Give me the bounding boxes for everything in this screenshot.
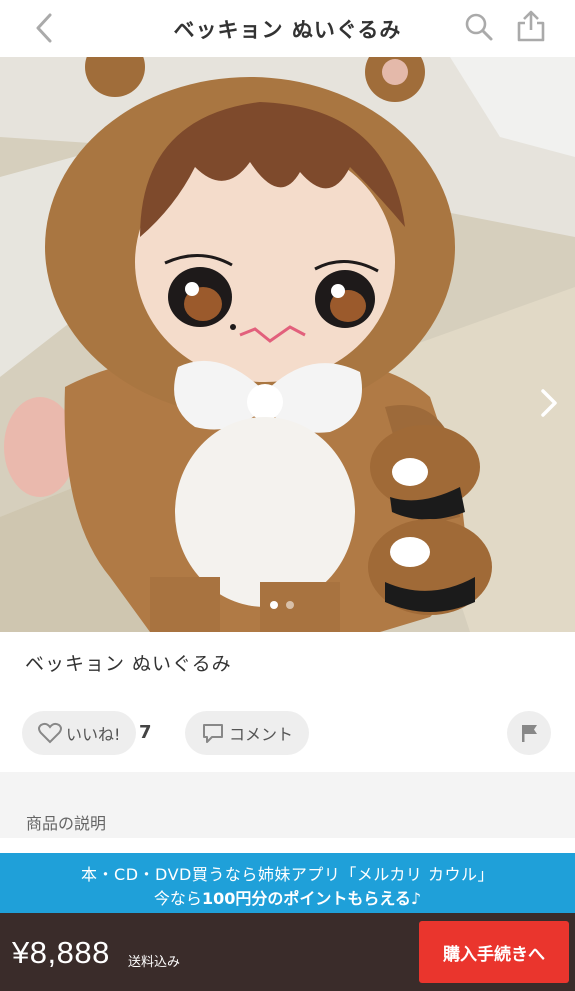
description-body — [0, 838, 575, 854]
heart-icon — [38, 722, 62, 744]
search-button[interactable] — [463, 11, 495, 43]
promo-highlight: 100円分のポイントもらえる — [201, 889, 411, 908]
comment-label: コメント — [229, 725, 294, 744]
like-button[interactable]: いいね! — [22, 711, 136, 755]
product-photo — [0, 57, 575, 632]
buy-button[interactable]: 購入手続きへ — [419, 921, 569, 983]
next-image-button[interactable] — [534, 383, 564, 423]
search-icon — [465, 13, 493, 41]
comment-button[interactable]: コメント — [185, 711, 309, 755]
promo-prefix: 今なら — [153, 889, 202, 908]
like-count: 7 — [139, 722, 152, 743]
promo-banner[interactable]: 本・CD・DVD買うなら姉妹アプリ「メルカリ カウル」 今なら100円分のポイン… — [0, 853, 575, 913]
pagination-dot-active[interactable] — [270, 601, 278, 609]
chevron-right-icon — [541, 389, 557, 417]
pagination-dot[interactable] — [286, 601, 294, 609]
share-icon — [517, 10, 545, 42]
promo-banner-line1: 本・CD・DVD買うなら姉妹アプリ「メルカリ カウル」 — [81, 865, 494, 884]
comment-icon — [203, 724, 223, 743]
share-button[interactable] — [513, 8, 549, 44]
promo-banner-line2: 今なら100円分のポイントもらえる♪ — [0, 885, 575, 909]
report-button[interactable] — [507, 711, 551, 755]
like-label: いいね! — [66, 725, 121, 744]
shipping-note: 送料込み — [128, 955, 181, 970]
product-name: ベッキョン ぬいぐるみ — [25, 653, 232, 675]
carousel-pagination — [270, 601, 294, 613]
product-image-carousel[interactable] — [0, 57, 575, 632]
promo-suffix: ♪ — [410, 889, 422, 908]
description-heading: 商品の説明 — [26, 814, 107, 833]
purchase-footer: ¥8,888 送料込み 購入手続きへ — [0, 913, 575, 991]
price: ¥8,888 — [12, 935, 110, 970]
flag-icon — [522, 725, 537, 742]
top-nav-bar: ベッキョン ぬいぐるみ — [0, 0, 575, 57]
